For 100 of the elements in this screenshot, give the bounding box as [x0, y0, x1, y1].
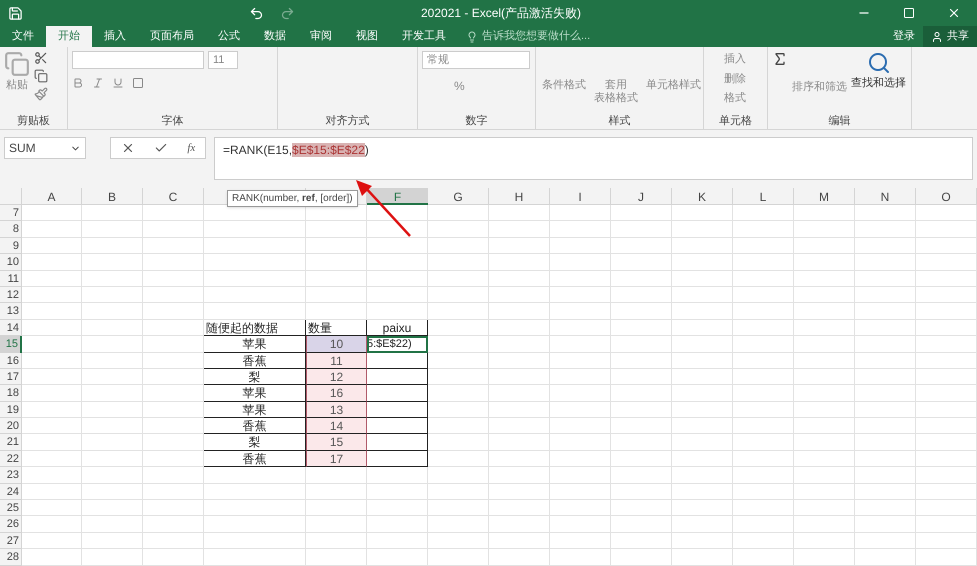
- name-box[interactable]: SUM: [4, 137, 86, 159]
- column-header[interactable]: L: [733, 188, 794, 205]
- row-header[interactable]: 26: [0, 516, 22, 533]
- insert-function-button[interactable]: fx: [187, 140, 196, 156]
- ribbon-tab[interactable]: 插入: [92, 26, 138, 47]
- formula-field[interactable]: =RANK(E15,$E$15:$E$22): [214, 137, 973, 180]
- row-header[interactable]: 15: [0, 336, 22, 353]
- row-header[interactable]: 25: [0, 500, 22, 516]
- format-painter-icon[interactable]: [34, 87, 48, 101]
- table-cell: [733, 303, 794, 320]
- table-cell: 随便起的数据: [204, 320, 306, 336]
- cut-icon[interactable]: [34, 51, 48, 65]
- find-select-button[interactable]: 查找和选择: [851, 75, 906, 92]
- undo-icon[interactable]: [249, 6, 264, 20]
- column-header[interactable]: A: [22, 188, 82, 205]
- ribbon-tab[interactable]: 数据: [252, 26, 298, 47]
- table-cell: [550, 238, 611, 254]
- search-icon[interactable]: [866, 51, 890, 75]
- table-cell: [489, 254, 550, 271]
- table-cell: [428, 221, 489, 238]
- table-cell: [611, 254, 672, 271]
- row-header[interactable]: 7: [0, 205, 22, 222]
- row-header[interactable]: 23: [0, 467, 22, 484]
- row-header[interactable]: 8: [0, 221, 22, 238]
- ribbon-tab[interactable]: 审阅: [298, 26, 344, 47]
- row-header[interactable]: 11: [0, 270, 22, 287]
- table-cell: [428, 434, 489, 451]
- column-header[interactable]: K: [672, 188, 733, 205]
- table-cell: [611, 270, 672, 287]
- column-header[interactable]: B: [82, 188, 143, 205]
- font-size-field[interactable]: 11: [208, 51, 238, 69]
- copy-icon[interactable]: [34, 69, 48, 83]
- ribbon-tab[interactable]: 文件: [0, 26, 46, 47]
- column-header[interactable]: J: [611, 188, 672, 205]
- table-cell: [143, 385, 204, 402]
- table-cell: [82, 254, 143, 271]
- ribbon-tab[interactable]: 页面布局: [138, 26, 206, 47]
- table-cell: [550, 303, 611, 320]
- table-cell: [22, 549, 82, 566]
- sign-in-link[interactable]: 登录: [885, 26, 923, 47]
- table-cell: [428, 418, 489, 434]
- table-cell: [82, 270, 143, 287]
- row-header[interactable]: 13: [0, 303, 22, 320]
- row-header[interactable]: 20: [0, 418, 22, 434]
- row-header[interactable]: 17: [0, 368, 22, 386]
- row-header[interactable]: 24: [0, 484, 22, 500]
- column-header[interactable]: G: [428, 188, 489, 205]
- row-header[interactable]: 21: [0, 434, 22, 451]
- table-cell: [22, 516, 82, 533]
- column-header[interactable]: O: [916, 188, 977, 205]
- ribbon-tab[interactable]: 开始: [46, 26, 92, 47]
- bold-icon[interactable]: [72, 77, 84, 89]
- table-cell: [733, 254, 794, 271]
- font-name-field[interactable]: [72, 51, 204, 69]
- row-header[interactable]: 27: [0, 532, 22, 550]
- maximize-icon[interactable]: [903, 7, 915, 19]
- row-header[interactable]: 28: [0, 549, 22, 566]
- table-cell: [733, 336, 794, 353]
- table-cell: [428, 484, 489, 500]
- ribbon-tab[interactable]: 视图: [344, 26, 390, 47]
- column-header[interactable]: C: [143, 188, 204, 205]
- close-icon[interactable]: [947, 6, 961, 20]
- table-cell: [550, 402, 611, 418]
- number-format-field[interactable]: 常规: [422, 51, 530, 69]
- row-header[interactable]: 9: [0, 238, 22, 254]
- table-cell: [489, 286, 550, 304]
- ribbon-tab[interactable]: 开发工具: [390, 26, 458, 47]
- row-header[interactable]: 19: [0, 402, 22, 418]
- table-cell: [550, 270, 611, 287]
- column-header[interactable]: I: [550, 188, 611, 205]
- table-cell: [855, 303, 916, 320]
- table-cell: [672, 286, 733, 304]
- table-cell: [916, 238, 977, 254]
- table-cell: [794, 270, 855, 287]
- column-header[interactable]: F: [367, 188, 428, 205]
- table-cell: [672, 418, 733, 434]
- table-cell: [550, 352, 611, 369]
- table-cell: [916, 254, 977, 271]
- row-header[interactable]: 10: [0, 254, 22, 271]
- row-header[interactable]: 14: [0, 320, 22, 336]
- table-cell: [489, 434, 550, 451]
- table-cell: [306, 303, 367, 320]
- column-header[interactable]: M: [794, 188, 855, 205]
- column-header[interactable]: H: [489, 188, 550, 205]
- border-icon[interactable]: [132, 77, 144, 89]
- underline-icon[interactable]: [112, 77, 124, 89]
- table-cell: [489, 270, 550, 287]
- ribbon-tab[interactable]: 公式: [206, 26, 252, 47]
- table-cell: [489, 221, 550, 238]
- tell-me-field[interactable]: 告诉我您想要做什么...: [466, 26, 632, 47]
- row-header[interactable]: 12: [0, 286, 22, 304]
- table-cell: [611, 385, 672, 402]
- column-header[interactable]: N: [855, 188, 916, 205]
- table-cell: [855, 286, 916, 304]
- italic-icon[interactable]: [92, 77, 104, 89]
- row-header[interactable]: 18: [0, 385, 22, 402]
- save-icon[interactable]: [8, 6, 23, 20]
- row-header[interactable]: 16: [0, 352, 22, 369]
- share-button[interactable]: 共享: [923, 26, 977, 47]
- row-header[interactable]: 22: [0, 450, 22, 468]
